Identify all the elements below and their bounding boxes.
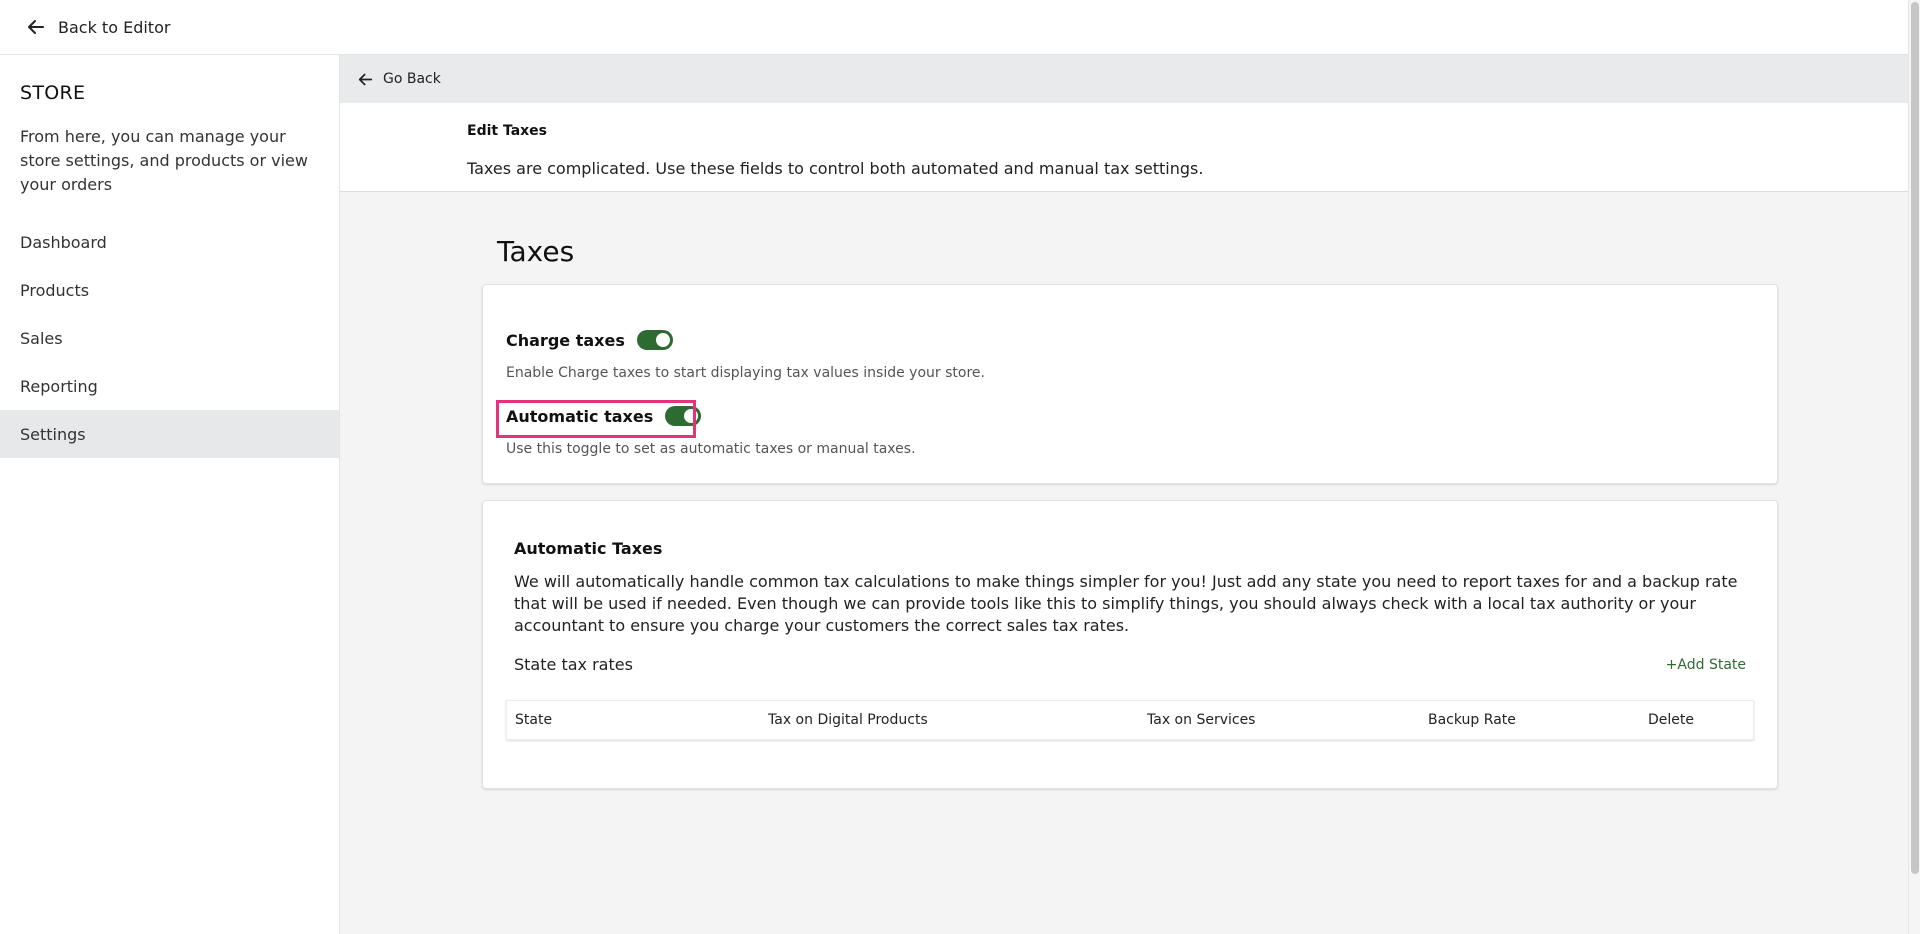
column-header-tax-services: Tax on Services [1147,712,1256,728]
store-title: STORE [20,82,86,104]
go-back-button[interactable]: Go Back [358,71,441,87]
page-header: Edit Taxes Taxes are complicated. Use th… [340,103,1908,192]
sidebar-item-reporting[interactable]: Reporting [0,362,339,410]
column-header-tax-digital: Tax on Digital Products [768,712,928,728]
taxes-heading: Taxes [497,235,575,268]
toggle-knob [655,333,670,347]
page-subtitle: Taxes are complicated. Use these fields … [467,159,1204,178]
arrow-left-icon [26,17,46,37]
charge-taxes-row: Charge taxes [506,330,673,350]
toggle-knob [684,409,699,423]
automatic-taxes-row: Automatic taxes [506,406,702,426]
automatic-taxes-label: Automatic taxes [506,406,654,426]
automatic-taxes-card: Automatic Taxes We will automatically ha… [482,500,1778,789]
sidebar-item-dashboard[interactable]: Dashboard [0,218,339,266]
column-header-delete: Delete [1648,712,1694,728]
scrollbar-thumb[interactable] [1911,2,1919,874]
add-state-button[interactable]: +Add State [1666,657,1746,673]
tax-toggles-card: Charge taxes Enable Charge taxes to star… [482,284,1778,484]
top-bar: Back to Editor [0,0,1908,55]
sidebar-item-sales[interactable]: Sales [0,314,339,362]
go-back-bar: Go Back [340,55,1908,103]
back-to-editor-label: Back to Editor [58,17,171,37]
page-title: Edit Taxes [467,123,548,139]
sidebar-nav: Dashboard Products Sales Reporting Setti… [0,218,339,458]
charge-taxes-helper: Enable Charge taxes to start displaying … [506,365,985,381]
column-header-state: State [515,712,553,728]
automatic-taxes-title: Automatic Taxes [514,539,663,558]
charge-taxes-toggle[interactable] [636,330,673,350]
sidebar-item-settings[interactable]: Settings [0,410,339,458]
charge-taxes-label: Charge taxes [506,330,625,350]
store-description: From here, you can manage your store set… [20,127,308,194]
sidebar: STORE From here, you can manage your sto… [0,55,340,934]
main-content: Go Back Edit Taxes Taxes are complicated… [340,55,1908,934]
automatic-taxes-toggle[interactable] [665,406,702,426]
state-tax-table-header: State Tax on Digital Products Tax on Ser… [506,700,1754,740]
go-back-label: Go Back [383,71,441,87]
automatic-taxes-helper: Use this toggle to set as automatic taxe… [506,441,916,457]
state-tax-rates-label: State tax rates [514,655,633,674]
column-header-backup-rate: Backup Rate [1428,712,1516,728]
page-scrollbar[interactable] [1908,0,1920,934]
automatic-taxes-description: We will automatically handle common tax … [514,572,1738,635]
back-to-editor-button[interactable]: Back to Editor [26,17,170,37]
sidebar-item-products[interactable]: Products [0,266,339,314]
arrow-left-icon [358,73,373,85]
